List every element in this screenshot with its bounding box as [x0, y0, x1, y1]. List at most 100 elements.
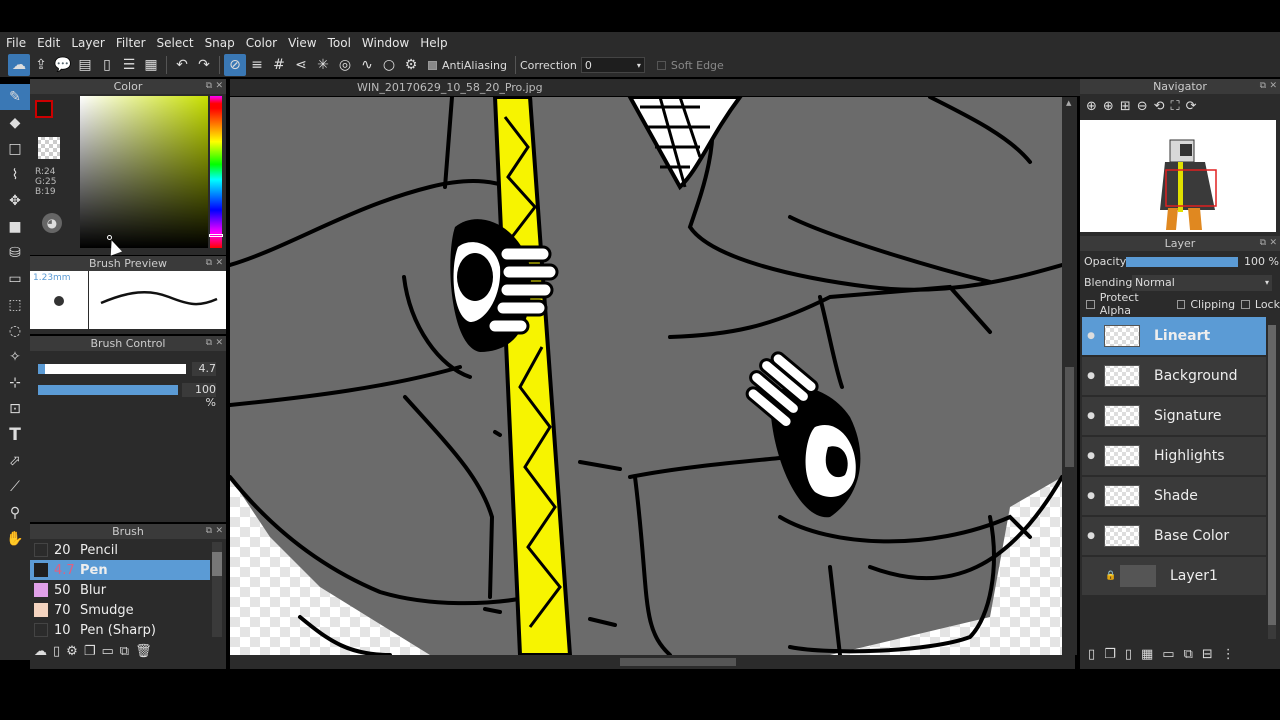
menu-layer[interactable]: Layer	[65, 36, 109, 50]
select-pen-tool-icon[interactable]: ⊹	[0, 370, 30, 396]
lock-icon[interactable]: 🔒	[1102, 571, 1120, 581]
close-icon[interactable]: ✕	[215, 336, 223, 351]
antialiasing-checkbox[interactable]	[428, 60, 437, 70]
eyedropper-tool-icon[interactable]: ⚲	[0, 500, 30, 526]
document-icon[interactable]: ▯	[96, 54, 118, 76]
float-icon[interactable]: ⧉	[206, 524, 212, 539]
message-icon[interactable]: ▤	[74, 54, 96, 76]
brush-settings-icon[interactable]: ⚙	[66, 644, 78, 659]
transparent-color-swatch[interactable]	[38, 137, 60, 159]
visibility-icon[interactable]: ●	[1082, 491, 1100, 501]
lasso-tool-icon[interactable]: ◌	[0, 318, 30, 344]
export-icon[interactable]: ⇪	[30, 54, 52, 76]
shape-tool-icon[interactable]: □	[0, 136, 30, 162]
bucket-tool-icon[interactable]: ⛁	[0, 240, 30, 266]
palette-icon[interactable]: ◕	[42, 213, 62, 233]
hand-tool-icon[interactable]: ✋	[0, 526, 30, 552]
lock-checkbox[interactable]	[1241, 299, 1250, 309]
hue-slider-handle[interactable]	[209, 234, 223, 237]
divide-tool-icon[interactable]: ⟋	[0, 474, 30, 500]
layer-item-background[interactable]: ● Background	[1082, 357, 1266, 395]
protect-alpha-checkbox[interactable]	[1086, 299, 1095, 309]
navigator-preview[interactable]	[1080, 120, 1276, 232]
new-layer-8bit-icon[interactable]: ❐	[1104, 647, 1116, 662]
blur-tool-icon[interactable]: ⌇	[0, 162, 30, 188]
close-icon[interactable]: ✕	[215, 79, 223, 94]
layer-item-lineart[interactable]: ● Lineart	[1082, 317, 1266, 355]
new-layer-1bit-icon[interactable]: ▯	[1125, 647, 1132, 662]
layer-item-layer1[interactable]: 🔒 Layer1	[1082, 557, 1266, 595]
scrollbar-thumb[interactable]	[620, 658, 736, 666]
undo-icon[interactable]: ↶	[171, 54, 193, 76]
menu-edit[interactable]: Edit	[31, 36, 65, 50]
merge-layer-icon[interactable]: ⊟	[1202, 647, 1213, 662]
menu-window[interactable]: Window	[356, 36, 414, 50]
saturation-value-picker[interactable]	[80, 96, 208, 248]
brush-tool-icon[interactable]: ✎	[0, 84, 30, 110]
float-icon[interactable]: ⧉	[1260, 236, 1266, 251]
brush-item-pencil[interactable]: 20 Pencil	[30, 540, 210, 560]
brush-item-blur[interactable]: 50 Blur	[30, 580, 210, 600]
brush-copy-icon[interactable]: ❐	[84, 644, 96, 659]
menu-select[interactable]: Select	[151, 36, 199, 50]
visibility-icon[interactable]: ●	[1082, 451, 1100, 461]
hue-slider[interactable]	[209, 96, 223, 248]
select-eraser-tool-icon[interactable]: ⊡	[0, 396, 30, 422]
magic-wand-tool-icon[interactable]: ✧	[0, 344, 30, 370]
new-layer-icon[interactable]: ▯	[1088, 647, 1095, 662]
scrollbar-thumb[interactable]	[1268, 325, 1276, 625]
graph-icon[interactable]: ▦	[140, 54, 162, 76]
brush-size-value[interactable]: 4.7	[192, 362, 216, 376]
parallel-snap-icon[interactable]: ≡	[246, 54, 268, 76]
radial-snap-icon[interactable]: ✳	[312, 54, 334, 76]
fit-view-icon[interactable]: ⊞	[1120, 99, 1131, 114]
visibility-icon[interactable]: ●	[1082, 371, 1100, 381]
brush-cloud-icon[interactable]: ☁	[34, 644, 47, 659]
snap-settings-icon[interactable]: ⚙	[400, 54, 422, 76]
canvas-horizontal-scrollbar[interactable]	[230, 655, 1075, 669]
close-icon[interactable]: ✕	[215, 256, 223, 271]
rotate-left-icon[interactable]: ⟲	[1154, 99, 1165, 114]
new-brush-icon[interactable]: ▯	[53, 644, 60, 659]
menu-tool[interactable]: Tool	[322, 36, 356, 50]
drawing-canvas[interactable]	[230, 97, 1062, 655]
visibility-icon[interactable]: ●	[1082, 411, 1100, 421]
layer-blending-select[interactable]: Normal ▾	[1132, 274, 1272, 291]
eraser-tool-icon[interactable]: ◆	[0, 110, 30, 136]
perspective-snap-icon[interactable]: ⋖	[290, 54, 312, 76]
brush-item-pen[interactable]: 4.7 Pen	[30, 560, 210, 580]
clipping-checkbox[interactable]	[1176, 299, 1186, 309]
duplicate-layer-icon[interactable]: ⧉	[1184, 647, 1193, 662]
brush-item-smudge[interactable]: 70 Smudge	[30, 600, 210, 620]
operation-tool-icon[interactable]: ⬀	[0, 448, 30, 474]
brush-delete-icon[interactable]: 🗑	[135, 644, 152, 659]
more-options-icon[interactable]: ⋮	[1222, 647, 1235, 662]
scrollbar-thumb[interactable]	[212, 552, 222, 576]
brush-list-scrollbar[interactable]	[212, 542, 222, 637]
canvas-vertical-scrollbar[interactable]: ▲	[1062, 97, 1077, 655]
float-icon[interactable]: ⧉	[206, 256, 212, 271]
comment-icon[interactable]: 💬	[52, 54, 74, 76]
gradient-tool-icon[interactable]: ▭	[0, 266, 30, 292]
menu-view[interactable]: View	[282, 36, 321, 50]
close-icon[interactable]: ✕	[1269, 79, 1277, 94]
menu-file[interactable]: File	[0, 36, 31, 50]
brush-opacity-value[interactable]: 100 %	[182, 383, 216, 409]
float-icon[interactable]: ⧉	[206, 336, 212, 351]
correction-select[interactable]: 0 ▾	[580, 57, 645, 73]
menu-help[interactable]: Help	[414, 36, 452, 50]
new-folder-icon[interactable]: ▭	[1162, 647, 1174, 662]
snap-off-icon[interactable]: ⊘	[224, 54, 246, 76]
visibility-icon[interactable]: ●	[1082, 331, 1100, 341]
concentric-snap-icon[interactable]: ◎	[334, 54, 356, 76]
move-tool-icon[interactable]: ✥	[0, 188, 30, 214]
redo-icon[interactable]: ↷	[193, 54, 215, 76]
layer-opacity-slider[interactable]	[1126, 256, 1238, 267]
brush-item-pen-sharp[interactable]: 10 Pen (Sharp)	[30, 620, 210, 640]
brush-opacity-slider[interactable]	[38, 385, 178, 395]
brush-duplicate-icon[interactable]: ⧉	[120, 644, 129, 659]
scroll-up-icon[interactable]: ▲	[1066, 99, 1071, 107]
text-tool-icon[interactable]: T	[0, 422, 30, 448]
curve-snap-icon[interactable]: ∿	[356, 54, 378, 76]
layer-list-scrollbar[interactable]	[1268, 325, 1276, 639]
